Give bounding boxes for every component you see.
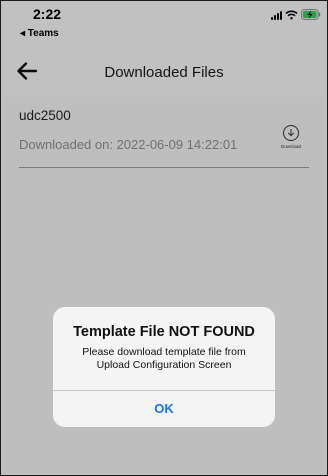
alert-dialog: Template File NOT FOUND Please download … bbox=[53, 307, 275, 427]
ok-button[interactable]: OK bbox=[53, 390, 275, 427]
alert-message: Please download template file from Uploa… bbox=[82, 346, 246, 371]
phone-screen: 2:22 ◂ Teams Downloaded Files udc2500 Do… bbox=[0, 0, 328, 476]
alert-title: Template File NOT FOUND bbox=[73, 324, 255, 340]
